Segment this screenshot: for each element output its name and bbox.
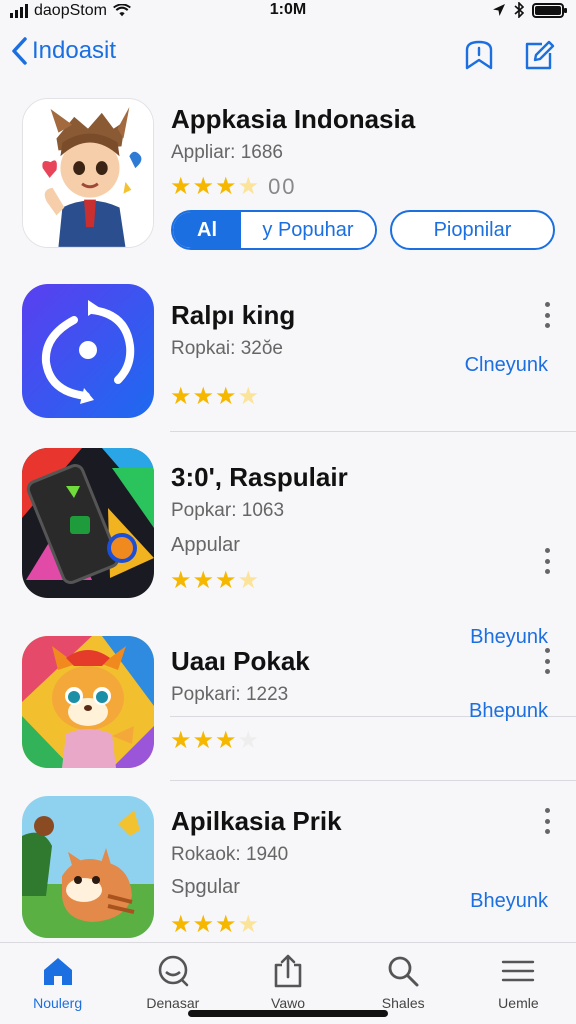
menu-icon — [502, 960, 535, 982]
get-button[interactable]: Bheyunk — [470, 890, 548, 913]
app-name: 3:0', Raspulair — [171, 462, 348, 492]
chevron-left-icon — [12, 37, 27, 65]
share-icon — [274, 954, 302, 988]
app-icon-cartoon-fox[interactable] — [22, 636, 154, 768]
rating-count: 00 — [268, 174, 297, 199]
tab-menu[interactable]: Uemle — [461, 943, 576, 1024]
list-item[interactable]: Uaaı Pokak Popkari: 1223 ★★★★ Bhepunk — [0, 632, 576, 782]
list-item[interactable]: Appkasia Indonasia Appliar: 1686 ★★★★ 00 … — [0, 92, 576, 262]
segmented-control[interactable]: Al y Popuhar — [171, 210, 377, 250]
rating-stars: ★★★★ — [170, 727, 261, 754]
compose-icon[interactable] — [522, 38, 556, 72]
segment-right[interactable]: y Popuhar — [241, 212, 375, 248]
back-button[interactable]: Indoasit — [10, 36, 116, 66]
app-icon-anime-boy[interactable] — [22, 98, 154, 248]
rating-stars: ★★★★ — [170, 383, 261, 410]
tab-label: Denasar — [146, 995, 200, 1011]
get-button[interactable]: Bhepunk — [469, 700, 548, 723]
more-options-button[interactable] — [540, 648, 554, 674]
rating-stars: ★★★★ 00 — [170, 173, 297, 200]
tab-label: Noulerg — [33, 995, 83, 1011]
rating-stars: ★★★★ — [170, 911, 261, 938]
cellular-signal-icon — [10, 4, 28, 18]
app-icon-colorful-phone[interactable] — [22, 448, 154, 598]
home-indicator — [188, 1010, 388, 1017]
get-button[interactable]: Clneyunk — [465, 354, 548, 377]
tab-label: Shales — [381, 995, 425, 1011]
tab-home[interactable]: Noulerg — [0, 943, 115, 1024]
tab-label: Vawo — [271, 995, 305, 1011]
app-meta: Appliar: 1686 — [171, 142, 283, 163]
app-icon-sync-circle[interactable] — [22, 284, 154, 418]
app-meta: Ropkai: 32ŏe — [171, 338, 283, 359]
bluetooth-icon — [514, 2, 524, 18]
back-button-label: Indoasit — [32, 37, 117, 64]
list-item[interactable]: Apilkasia Prik Rokaok: 1940 Spgular ★★★★… — [0, 792, 576, 942]
navigation-bar: Indoasit — [0, 30, 576, 80]
search-icon — [388, 956, 419, 987]
more-options-button[interactable] — [540, 302, 554, 328]
app-meta: Popkari: 1223 — [171, 684, 289, 705]
wifi-icon — [113, 4, 131, 17]
app-name: Ralpı king — [171, 300, 296, 330]
list-item[interactable]: 3:0', Raspulair Popkar: 1063 Appular ★★★… — [0, 446, 576, 717]
rating-stars: ★★★★ — [170, 567, 261, 594]
home-icon — [43, 958, 72, 985]
segment-left[interactable]: Al — [173, 212, 241, 248]
app-name: Apilkasia Prik — [171, 806, 342, 836]
app-category: Spgular — [171, 876, 240, 898]
app-meta: Popkar: 1063 — [171, 500, 285, 521]
carrier-name: daopStom — [34, 2, 107, 19]
discover-icon — [158, 955, 189, 987]
more-options-button[interactable] — [540, 548, 554, 574]
app-name: Appkasia Indonasia — [171, 104, 416, 134]
tab-label: Uemle — [498, 995, 539, 1011]
popular-button[interactable]: Piopnilar — [390, 210, 555, 250]
more-options-button[interactable] — [540, 808, 554, 834]
divider — [170, 431, 576, 432]
app-icon-jungle-animals[interactable] — [22, 796, 154, 938]
location-arrow-icon — [493, 4, 505, 16]
battery-icon — [532, 2, 567, 18]
app-meta: Rokaok: 1940 — [171, 844, 289, 865]
app-name: Uaaı Pokak — [171, 646, 310, 676]
divider — [170, 780, 576, 781]
list-item[interactable]: Ralpı king Ropkai: 32ŏe ★★★★ Clneyunk — [0, 280, 576, 432]
status-bar: daopStom 1:0M — [0, 0, 576, 22]
app-category: Appular — [171, 534, 240, 556]
bookmark-icon[interactable] — [462, 38, 496, 72]
